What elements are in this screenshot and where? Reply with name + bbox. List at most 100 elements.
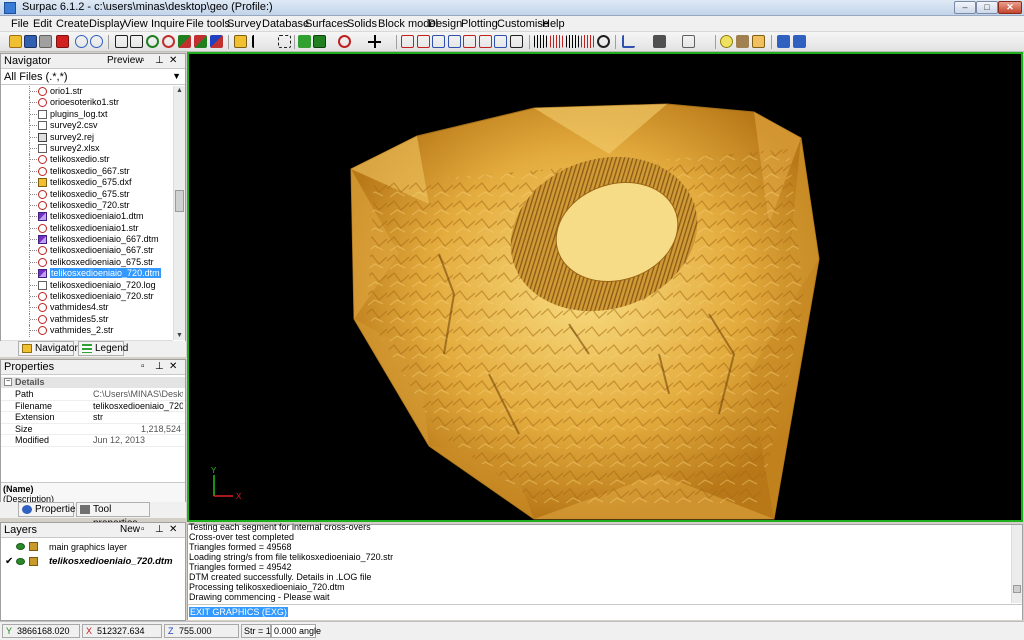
move-tool-icon[interactable] (494, 35, 507, 48)
details-section[interactable]: − Details (1, 377, 185, 388)
edit-tool-icon[interactable] (448, 35, 461, 48)
menu-file[interactable]: File (11, 18, 29, 30)
file-item[interactable]: telikosxedio_720.str (1, 199, 173, 212)
lock-icon[interactable] (29, 542, 38, 551)
close-icon[interactable]: ✕ (169, 361, 177, 372)
pin-icon[interactable]: ⊥ (155, 55, 164, 66)
close-button[interactable]: ✕ (998, 1, 1022, 14)
file-item[interactable]: telikosxedio_675.dxf (1, 177, 173, 189)
undo-icon[interactable] (75, 35, 88, 48)
stop-icon[interactable] (56, 35, 69, 48)
file-item[interactable]: telikosxedioeniaio1.dtm (1, 211, 173, 223)
digitise-icon[interactable] (338, 35, 351, 48)
menu-edit[interactable]: Edit (33, 18, 52, 30)
rotate-x-icon[interactable] (194, 35, 207, 48)
pan-icon[interactable] (234, 35, 247, 48)
float-icon[interactable]: ▫ (141, 55, 145, 66)
file-item[interactable]: survey2.xlsx (1, 142, 173, 155)
shading-icon[interactable] (752, 35, 765, 48)
file-item[interactable]: orio1.str (1, 86, 173, 98)
menu-help[interactable]: Help (542, 18, 565, 30)
chevron-down-icon[interactable]: ▼ (172, 71, 181, 81)
maximize-button[interactable]: □ (976, 1, 998, 14)
hatch-red-icon[interactable] (550, 35, 563, 48)
new-layer-button[interactable]: New (120, 524, 140, 535)
preview-button[interactable]: Preview (107, 55, 143, 66)
menu-display[interactable]: Display (89, 18, 125, 30)
tab-legend[interactable]: Legend (78, 341, 128, 356)
property-row[interactable]: Size 1,218,524 (1, 424, 185, 435)
file-item[interactable]: telikosxedio_675.str (1, 188, 173, 200)
menu-survey[interactable]: Survey (227, 18, 261, 30)
pin-icon[interactable]: ⊥ (155, 524, 164, 535)
string-tool-icon[interactable] (401, 35, 414, 48)
file-item[interactable]: telikosxedioeniaio_667.str (1, 245, 173, 257)
rotate-z-icon[interactable] (210, 35, 223, 48)
tab-properties[interactable]: Properties (18, 502, 81, 517)
zoom-out-icon[interactable] (162, 35, 175, 48)
angle-input[interactable]: 0.000 angle (271, 624, 321, 638)
menu-design[interactable]: Design (428, 18, 462, 30)
file-item[interactable]: telikosxedioeniaio_720.log (1, 279, 173, 292)
menu-file-tools[interactable]: File tools (186, 18, 230, 30)
menu-view[interactable]: View (124, 18, 148, 30)
redo-icon[interactable] (90, 35, 103, 48)
float-icon[interactable]: ▫ (141, 524, 145, 535)
tab-navigator[interactable]: Navigator (18, 341, 78, 356)
pencil-icon[interactable] (653, 35, 666, 48)
texture-icon[interactable] (736, 35, 749, 48)
file-filter-select[interactable]: All Files (.*,*) ▼ (1, 70, 185, 85)
find-icon[interactable] (597, 35, 610, 48)
file-item[interactable]: telikosxedioeniaio1.str (1, 222, 173, 235)
layer-item[interactable]: main graphics layer (1, 540, 185, 554)
visibility-icon[interactable] (16, 558, 25, 565)
menu-solids[interactable]: Solids (347, 18, 377, 30)
contour-icon[interactable] (566, 35, 579, 48)
select-icon[interactable] (252, 35, 265, 48)
file-item[interactable]: telikosxedioeniaio_675.str (1, 256, 173, 269)
file-item[interactable]: survey2.csv (1, 120, 173, 132)
file-item[interactable]: vathmides5.str (1, 313, 173, 326)
rotate-y-icon[interactable] (178, 35, 191, 48)
close-icon[interactable]: ✕ (169, 55, 177, 66)
open-icon[interactable] (9, 35, 22, 48)
file-item[interactable]: telikosxedioeniaio_667.dtm (1, 234, 173, 246)
visibility-icon[interactable] (16, 543, 25, 550)
property-row[interactable]: Extension str (1, 412, 185, 424)
lock-icon[interactable] (29, 557, 38, 566)
zoom-window-icon[interactable] (130, 35, 143, 48)
file-item[interactable]: survey2.rej (1, 131, 173, 143)
plus-icon[interactable] (368, 35, 381, 48)
contour-red-icon[interactable] (581, 35, 594, 48)
float-icon[interactable]: ▫ (141, 361, 145, 372)
print-icon[interactable] (39, 35, 52, 48)
select-box-icon[interactable] (278, 35, 291, 48)
layer-item-active[interactable]: ✔ telikosxedioeniaio_720.dtm (1, 555, 185, 569)
minimize-button[interactable]: – (954, 1, 976, 14)
file-item[interactable]: orioesoteriko1.str (1, 97, 173, 109)
graphics-viewport[interactable]: Y X (187, 52, 1023, 522)
zoom-icon[interactable] (146, 35, 159, 48)
navigator-vertical-scrollbar[interactable]: ▲ ▼ (173, 86, 185, 340)
window-tool-icon[interactable] (510, 35, 523, 48)
menu-surfaces[interactable]: Surfaces (305, 18, 348, 30)
segment-tool-icon[interactable] (417, 35, 430, 48)
file-item[interactable]: plugins_log.txt (1, 108, 173, 121)
layer-icon[interactable] (313, 35, 326, 48)
property-row[interactable]: Modified Jun 12, 2013 (1, 435, 185, 447)
hatch-icon[interactable] (534, 35, 547, 48)
zoom-all-icon[interactable] (115, 35, 128, 48)
insert-tool-icon[interactable] (463, 35, 476, 48)
save-icon[interactable] (24, 35, 37, 48)
property-row[interactable]: Filename telikosxedioeniaio_720.str (1, 401, 185, 412)
view-plan-icon[interactable] (793, 35, 806, 48)
tab-tool-properties[interactable]: Tool properties (76, 502, 150, 529)
menu-database[interactable]: Database (262, 18, 309, 30)
lightbulb-icon[interactable] (720, 35, 733, 48)
properties-icon[interactable] (682, 35, 695, 48)
menu-inquire[interactable]: Inquire (151, 18, 185, 30)
check-icon[interactable]: ✔ (5, 555, 13, 569)
file-item[interactable]: telikosxedio_667.str (1, 165, 173, 178)
close-icon[interactable]: ✕ (169, 524, 177, 535)
view-icon[interactable] (777, 35, 790, 48)
